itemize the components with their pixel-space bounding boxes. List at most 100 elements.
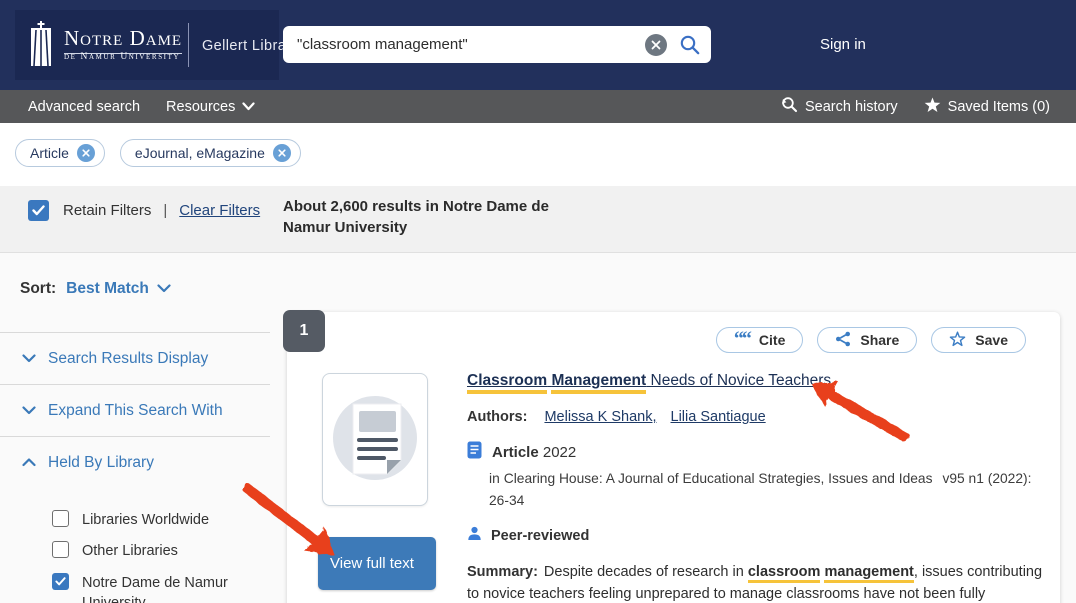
share-icon xyxy=(835,331,851,350)
section-label: Expand This Search With xyxy=(48,402,223,420)
result-details: Classroom Management Needs of Novice Tea… xyxy=(467,369,1045,603)
advanced-search-label: Advanced search xyxy=(28,99,140,115)
result-number-badge: 1 xyxy=(283,310,325,352)
advanced-search-link[interactable]: Advanced search xyxy=(28,99,140,115)
quote-icon: ““ xyxy=(734,334,750,346)
navbar-right: Search history Saved Items (0) xyxy=(781,96,1076,117)
libraries-worldwide-checkbox[interactable] xyxy=(52,510,69,527)
chip-label: Article xyxy=(30,145,69,161)
item-thumbnail[interactable] xyxy=(322,373,428,506)
section-held-by-library[interactable]: Held By Library xyxy=(0,437,270,489)
option-libraries-worldwide: Libraries Worldwide xyxy=(52,510,270,530)
navbar-left: Advanced search Resources xyxy=(0,99,255,115)
resources-menu[interactable]: Resources xyxy=(166,99,255,115)
sort-dropdown[interactable]: Best Match xyxy=(66,280,171,298)
title-rest: Needs of Novice Teachers xyxy=(651,372,832,389)
main-area: Sort: Best Match Search Results D xyxy=(0,253,1076,603)
result-title-link[interactable]: Classroom Management Needs of Novice Tea… xyxy=(467,372,831,394)
format-row: Article 2022 xyxy=(467,441,1045,463)
star-icon xyxy=(924,97,941,117)
filter-chip-article[interactable]: Article xyxy=(15,139,105,167)
cite-label: Cite xyxy=(759,332,785,348)
logo-line1: Notre Dame xyxy=(64,26,182,54)
separator: | xyxy=(163,202,167,219)
summary-label: Summary: xyxy=(467,564,538,580)
peer-reviewed-row: Peer-reviewed xyxy=(467,526,1045,545)
saved-items-link[interactable]: Saved Items (0) xyxy=(924,97,1050,117)
search-history-link[interactable]: Search history xyxy=(781,96,898,117)
logo-text: Notre Dame de Namur University xyxy=(64,28,182,63)
chevron-down-icon xyxy=(157,280,171,298)
summary-highlight: classroom xyxy=(748,564,821,583)
chevron-down-icon xyxy=(22,350,36,368)
peer-reviewed-label: Peer-reviewed xyxy=(491,528,589,544)
sign-in-link[interactable]: Sign in xyxy=(820,36,866,53)
tower-icon xyxy=(27,20,55,71)
summary-before: Despite decades of research in xyxy=(544,564,744,580)
remove-filter-icon[interactable] xyxy=(77,144,95,162)
share-label: Share xyxy=(860,332,899,348)
author-link[interactable]: Lilia Santiague xyxy=(671,409,766,425)
results-summary: About 2,600 results in Notre Dame de Nam… xyxy=(283,196,583,238)
facet-sidebar: Sort: Best Match Search Results D xyxy=(0,253,270,603)
cite-button[interactable]: ““ Cite xyxy=(716,327,803,353)
header: Notre Dame de Namur University Gellert L… xyxy=(0,0,1076,90)
document-thumbnail-icon xyxy=(329,388,421,492)
section-expand-this-search[interactable]: Expand This Search With xyxy=(0,385,270,437)
library-search-page: Notre Dame de Namur University Gellert L… xyxy=(0,0,1076,603)
article-document-icon xyxy=(467,441,482,463)
logo-divider xyxy=(188,23,189,67)
search-input[interactable] xyxy=(297,36,645,53)
sort-label: Sort: xyxy=(20,280,56,298)
save-label: Save xyxy=(975,332,1008,348)
other-libraries-checkbox[interactable] xyxy=(52,541,69,558)
option-label: Notre Dame de Namur University xyxy=(82,573,254,603)
clear-filters-link[interactable]: Clear Filters xyxy=(179,202,260,219)
section-search-results-display[interactable]: Search Results Display xyxy=(0,333,270,385)
sort-row: Sort: Best Match xyxy=(0,253,270,333)
journal-title: Clearing House: A Journal of Educational… xyxy=(504,471,933,486)
view-full-text-button[interactable]: View full text xyxy=(318,537,436,590)
notre-dame-checkbox[interactable] xyxy=(52,573,69,590)
authors-label: Authors: xyxy=(467,409,527,425)
option-notre-dame: Notre Dame de Namur University xyxy=(52,573,270,603)
search-history-icon xyxy=(781,96,798,117)
active-filter-chips: Article eJournal, eMagazine xyxy=(15,139,301,167)
journal-citation: in Clearing House: A Journal of Education… xyxy=(489,468,1045,511)
retain-filters-checkbox[interactable] xyxy=(28,200,49,221)
remove-filter-icon[interactable] xyxy=(273,144,291,162)
saved-items-label: Saved Items (0) xyxy=(948,99,1050,115)
star-outline-icon xyxy=(949,331,966,350)
person-icon xyxy=(467,526,482,545)
filter-bar: Retain Filters | Clear Filters About 2,6… xyxy=(0,186,1076,253)
library-options: Libraries Worldwide Other Libraries Notr… xyxy=(0,489,270,603)
chevron-down-icon xyxy=(22,402,36,420)
save-button[interactable]: Save xyxy=(931,327,1026,353)
summary-highlight: management xyxy=(824,564,913,583)
authors-row: Authors: Melissa K Shank, Lilia Santiagu… xyxy=(467,409,1045,425)
title-highlight: Management xyxy=(551,372,646,394)
search-icon[interactable] xyxy=(677,32,703,58)
retain-filters-group: Retain Filters | Clear Filters xyxy=(28,200,260,221)
search-history-label: Search history xyxy=(805,99,898,115)
in-label: in xyxy=(489,471,500,486)
search-box xyxy=(283,26,711,63)
retain-filters-label: Retain Filters xyxy=(63,202,151,219)
share-button[interactable]: Share xyxy=(817,327,917,353)
chevron-down-icon xyxy=(242,99,255,115)
section-label: Held By Library xyxy=(48,454,154,472)
option-other-libraries: Other Libraries xyxy=(52,541,270,561)
resources-label: Resources xyxy=(166,99,235,115)
filter-chip-ejournal[interactable]: eJournal, eMagazine xyxy=(120,139,301,167)
author-link[interactable]: Melissa K Shank, xyxy=(544,409,656,425)
result-card: 1 ““ Cite Sh xyxy=(287,312,1060,603)
logo-line2: de Namur University xyxy=(64,53,182,63)
format-label: Article xyxy=(492,444,539,461)
option-label: Other Libraries xyxy=(82,541,254,561)
secondary-navbar: Advanced search Resources xyxy=(0,90,1076,123)
title-highlight: Classroom xyxy=(467,372,547,394)
option-label: Libraries Worldwide xyxy=(82,510,254,530)
clear-search-icon[interactable] xyxy=(645,34,667,56)
publication-year: 2022 xyxy=(543,444,576,461)
result-actions: ““ Cite Share xyxy=(716,327,1026,353)
